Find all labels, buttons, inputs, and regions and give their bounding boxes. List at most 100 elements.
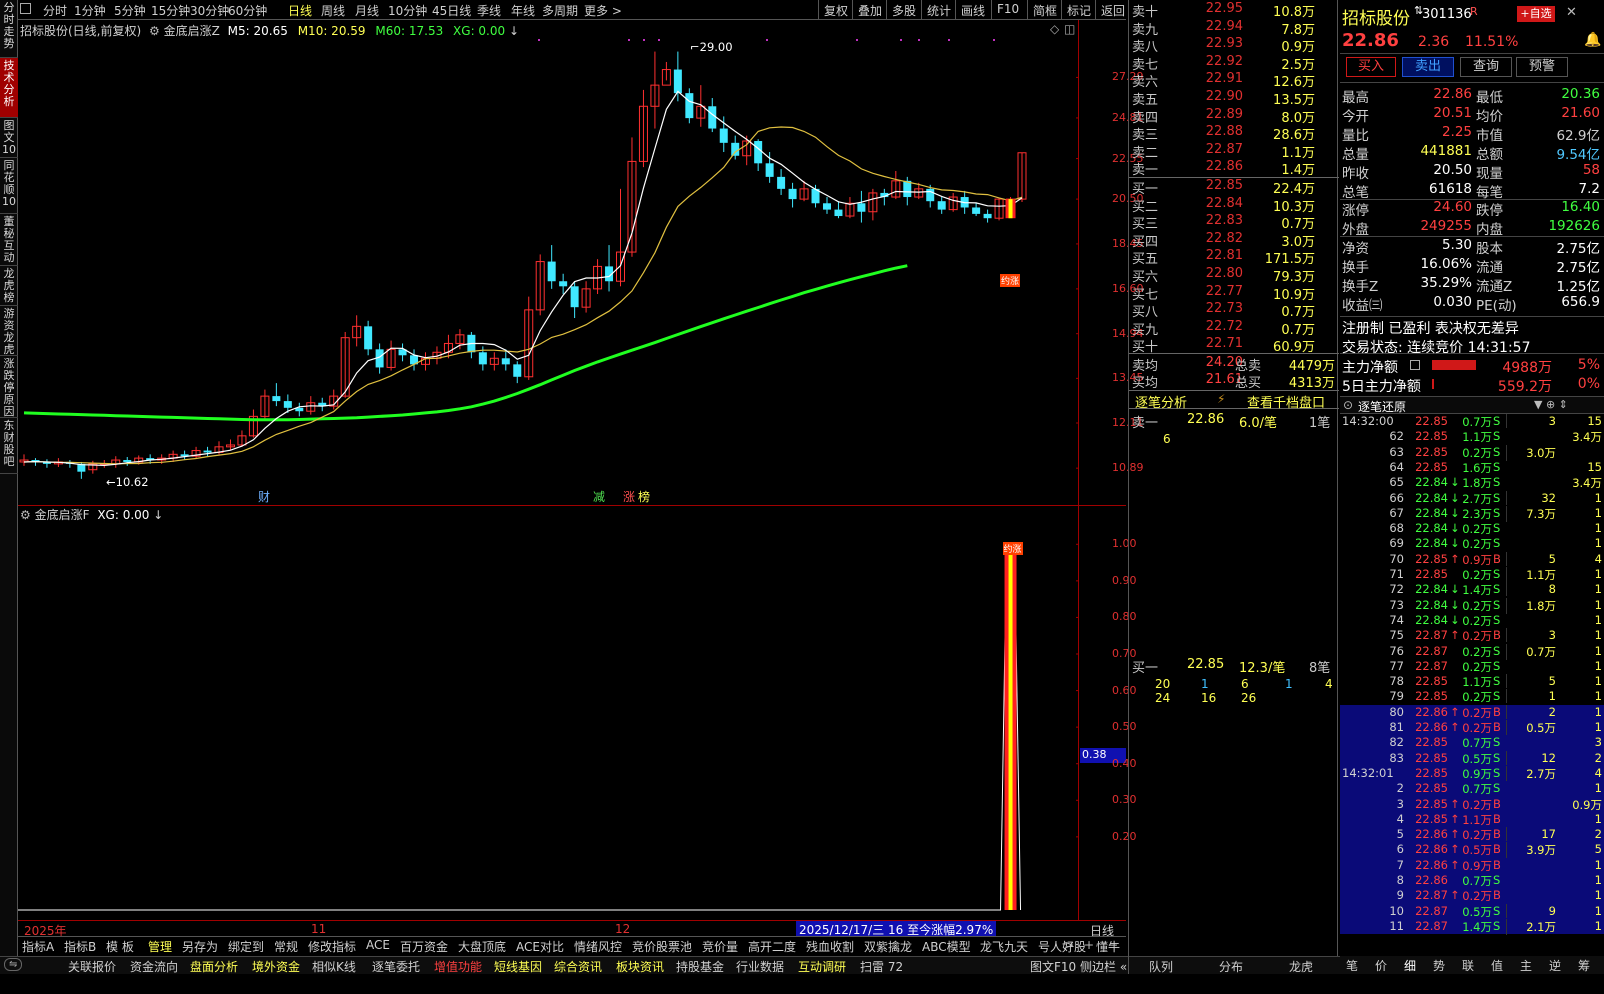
tick-row[interactable]: 71 22.85 0.2万 S 1.1万 1 [1340, 567, 1604, 583]
sell-button[interactable]: 卖出 [1402, 57, 1454, 77]
tick-row[interactable]: 72 22.84 ↓ 1.4万 S 8 1 [1340, 582, 1604, 598]
tick-row[interactable]: 14:32:01 22.85 0.9万 S 2.7万 4 [1340, 765, 1604, 782]
period-tab-3[interactable]: 5分钟 [114, 2, 146, 19]
status-item-9[interactable]: 综合资讯 [554, 958, 602, 975]
add-favorite-button[interactable]: +自选 [1517, 6, 1555, 22]
nav-tab-2[interactable]: 技术分析 [0, 58, 18, 118]
filter-icon[interactable]: ▼ ⊕ ⇕ [1534, 398, 1568, 411]
bid-row[interactable]: 买六 22.80 79.3万 [1129, 266, 1339, 285]
menu-toggle-icon[interactable] [20, 3, 31, 14]
toolbar-button-3[interactable]: 多股 [886, 0, 921, 20]
tick-row[interactable]: 68 22.84 ↓ 0.2万 S 1 [1340, 521, 1604, 537]
toolbar-button-2[interactable]: 叠加 [852, 0, 887, 20]
tick-row[interactable]: 5 22.86 ↑ 0.2万 B 17 2 [1340, 827, 1604, 843]
period-tab-11[interactable]: 45日线 [432, 2, 471, 19]
nav-tab-6[interactable]: 龙虎榜 [0, 266, 18, 306]
period-tab-10[interactable]: 10分钟 [388, 2, 427, 19]
marker-reduce[interactable]: 减 [593, 488, 605, 505]
tick-row[interactable]: 80 22.86 ↑ 0.2万 B 2 1 [1340, 704, 1604, 721]
indicator-tab-3[interactable]: 模 板 [106, 938, 134, 955]
tick-row[interactable]: 4 22.85 ↑ 1.1万 B 1 [1340, 811, 1604, 828]
tick-row[interactable]: 66 22.84 ↓ 2.7万 S 32 1 [1340, 490, 1604, 507]
quote-bottom-tab-6[interactable]: 值 [1491, 957, 1503, 974]
indicator-tab-13[interactable]: 情绪风控 [574, 938, 622, 955]
bid-row[interactable]: 买二 22.84 10.3万 [1129, 196, 1339, 215]
indicator-tab-20[interactable]: 龙飞九天 [980, 938, 1028, 955]
sub-indicator-panel[interactable]: ⚙ 金底启涨F XG: 0.00 ↓ 0.38 1.00 0.90 0.80 0.70… [18, 506, 1137, 920]
status-item-10[interactable]: 板块资讯 [616, 958, 664, 975]
indicator-tab-12[interactable]: ACE对比 [516, 938, 564, 955]
zoom-in-icon[interactable]: + [1084, 938, 1094, 952]
tick-row[interactable]: 3 22.85 ↑ 0.2万 B 0.9万 [1340, 796, 1604, 812]
period-tab-8[interactable]: 周线 [321, 2, 345, 19]
indicator-tab-1[interactable]: 指标A [22, 938, 54, 955]
quote-bottom-tab-9[interactable]: 筹 [1578, 957, 1590, 974]
close-icon[interactable]: ✕ [1566, 5, 1577, 20]
indicator-tab-17[interactable]: 残血收割 [806, 938, 854, 955]
period-tab-4[interactable]: 15分钟 [151, 2, 190, 19]
period-tab-12[interactable]: 季线 [477, 2, 501, 19]
quote-bottom-tab-5[interactable]: 联 [1462, 957, 1474, 974]
tick-row[interactable]: 9 22.87 ↑ 0.2万 B 1 [1340, 888, 1604, 904]
toolbar-button-1[interactable]: 复权 [818, 0, 853, 20]
status-item-4[interactable]: 境外资金 [252, 958, 300, 975]
book-bottom-tab-2[interactable]: 分布 [1219, 958, 1243, 975]
ask-row[interactable]: 卖九 22.94 7.8万 [1129, 19, 1339, 38]
toolbar-button-8[interactable]: 标记 [1061, 0, 1096, 20]
ask-row[interactable]: 卖一 22.86 1.4万 [1129, 159, 1339, 178]
indicator-tab-2[interactable]: 指标B [64, 938, 96, 955]
tick-row[interactable]: 74 22.84 ↓ 0.2万 S 1 [1340, 613, 1604, 629]
quote-bottom-tab-2[interactable]: 价 [1375, 957, 1387, 974]
marker-finance[interactable]: 财 [258, 488, 270, 505]
nav-tab-8[interactable]: 涨跌停原因 [0, 356, 18, 418]
tick-row[interactable]: 69 22.84 ↓ 0.2万 S 1 [1340, 536, 1604, 552]
tick-row[interactable]: 64 22.85 1.6万 S 15 [1340, 460, 1604, 476]
indicator-tab-18[interactable]: 双紫擒龙 [864, 938, 912, 955]
sync-icon[interactable]: ⇋ [4, 958, 23, 971]
indicator-tab-9[interactable]: ACE [366, 938, 390, 952]
tabs-next-icon[interactable]: > [1064, 938, 1074, 952]
toolbar-button-4[interactable]: 统计 [921, 0, 956, 20]
toolbar-button-6[interactable]: F10 [991, 0, 1024, 20]
tick-row[interactable]: 70 22.85 ↑ 0.9万 B 5 4 [1340, 551, 1604, 568]
tick-row[interactable]: 62 22.85 1.1万 S 3.4万 [1340, 429, 1604, 445]
bid-row[interactable]: 买七 22.77 10.9万 [1129, 284, 1339, 303]
ticks-title[interactable]: 逐笔还原 [1358, 398, 1406, 415]
indicator-tab-16[interactable]: 高开二度 [748, 938, 796, 955]
toolbar-button-7[interactable]: 简框 [1027, 0, 1062, 20]
ask-row[interactable]: 卖五 22.90 13.5万 [1129, 89, 1339, 108]
status-item-8[interactable]: 短线基因 [494, 958, 542, 975]
ask-row[interactable]: 卖二 22.87 1.1万 [1129, 142, 1339, 161]
status-item-3[interactable]: 盘面分析 [190, 958, 238, 975]
period-tab-2[interactable]: 1分钟 [74, 2, 106, 19]
main-kline-panel[interactable]: 招标股份(日线,前复权) ⚙ 金底启涨Z M5: 20.65 M10: 20.5… [18, 20, 1144, 506]
book-bottom-tab-3[interactable]: 龙虎 [1289, 958, 1313, 975]
toolbar-button-9[interactable]: 返回 [1095, 0, 1130, 20]
indicator-tab-5[interactable]: 另存为 [182, 938, 218, 955]
indicator-tab-21[interactable]: 号人好股 [1038, 938, 1086, 955]
tick-row[interactable]: 14:32:00 22.85 0.7万 S 3 15 [1340, 414, 1604, 430]
tick-row[interactable]: 79 22.85 0.2万 S 1 1 [1340, 689, 1604, 705]
alert-button[interactable]: 预警 [1516, 57, 1568, 77]
toolbar-button-5[interactable]: 画线 [955, 0, 990, 20]
tick-analysis-tab[interactable]: 逐笔分析 [1135, 392, 1187, 411]
tick-row[interactable]: 77 22.87 0.2万 S 1 [1340, 659, 1604, 675]
tick-row[interactable]: 8 22.86 0.7万 S 1 [1340, 873, 1604, 889]
tick-row[interactable]: 81 22.86 ↑ 0.2万 B 0.5万 1 [1340, 720, 1604, 736]
status-item-5[interactable]: 相似K线 [312, 958, 356, 975]
tick-row[interactable]: 82 22.85 0.7万 S 3 [1340, 735, 1604, 751]
nav-tab-5[interactable]: 董秘互动 [0, 214, 18, 266]
period-tab-6[interactable]: 60分钟 [228, 2, 267, 19]
quote-bottom-tab-7[interactable]: 主 [1520, 957, 1532, 974]
bid-row[interactable]: 买九 22.72 0.7万 [1129, 319, 1339, 338]
status-item-6[interactable]: 逐笔委托 [372, 958, 420, 975]
tick-row[interactable]: 6 22.86 ↑ 0.5万 B 3.9万 5 [1340, 842, 1604, 859]
tick-row[interactable]: 10 22.87 0.5万 S 9 1 [1340, 903, 1604, 920]
indicator-tab-8[interactable]: 修改指标 [308, 938, 356, 955]
marker-limit-up[interactable]: 涨 [623, 488, 635, 505]
tick-row[interactable]: 67 22.84 ↓ 2.3万 S 7.3万 1 [1340, 505, 1604, 522]
ask-row[interactable]: 卖六 22.91 12.6万 [1129, 71, 1339, 90]
buy-button[interactable]: 买入 [1346, 57, 1396, 77]
status-item-12[interactable]: 行业数据 [736, 958, 784, 975]
indicator-tab-10[interactable]: 百万资金 [400, 938, 448, 955]
